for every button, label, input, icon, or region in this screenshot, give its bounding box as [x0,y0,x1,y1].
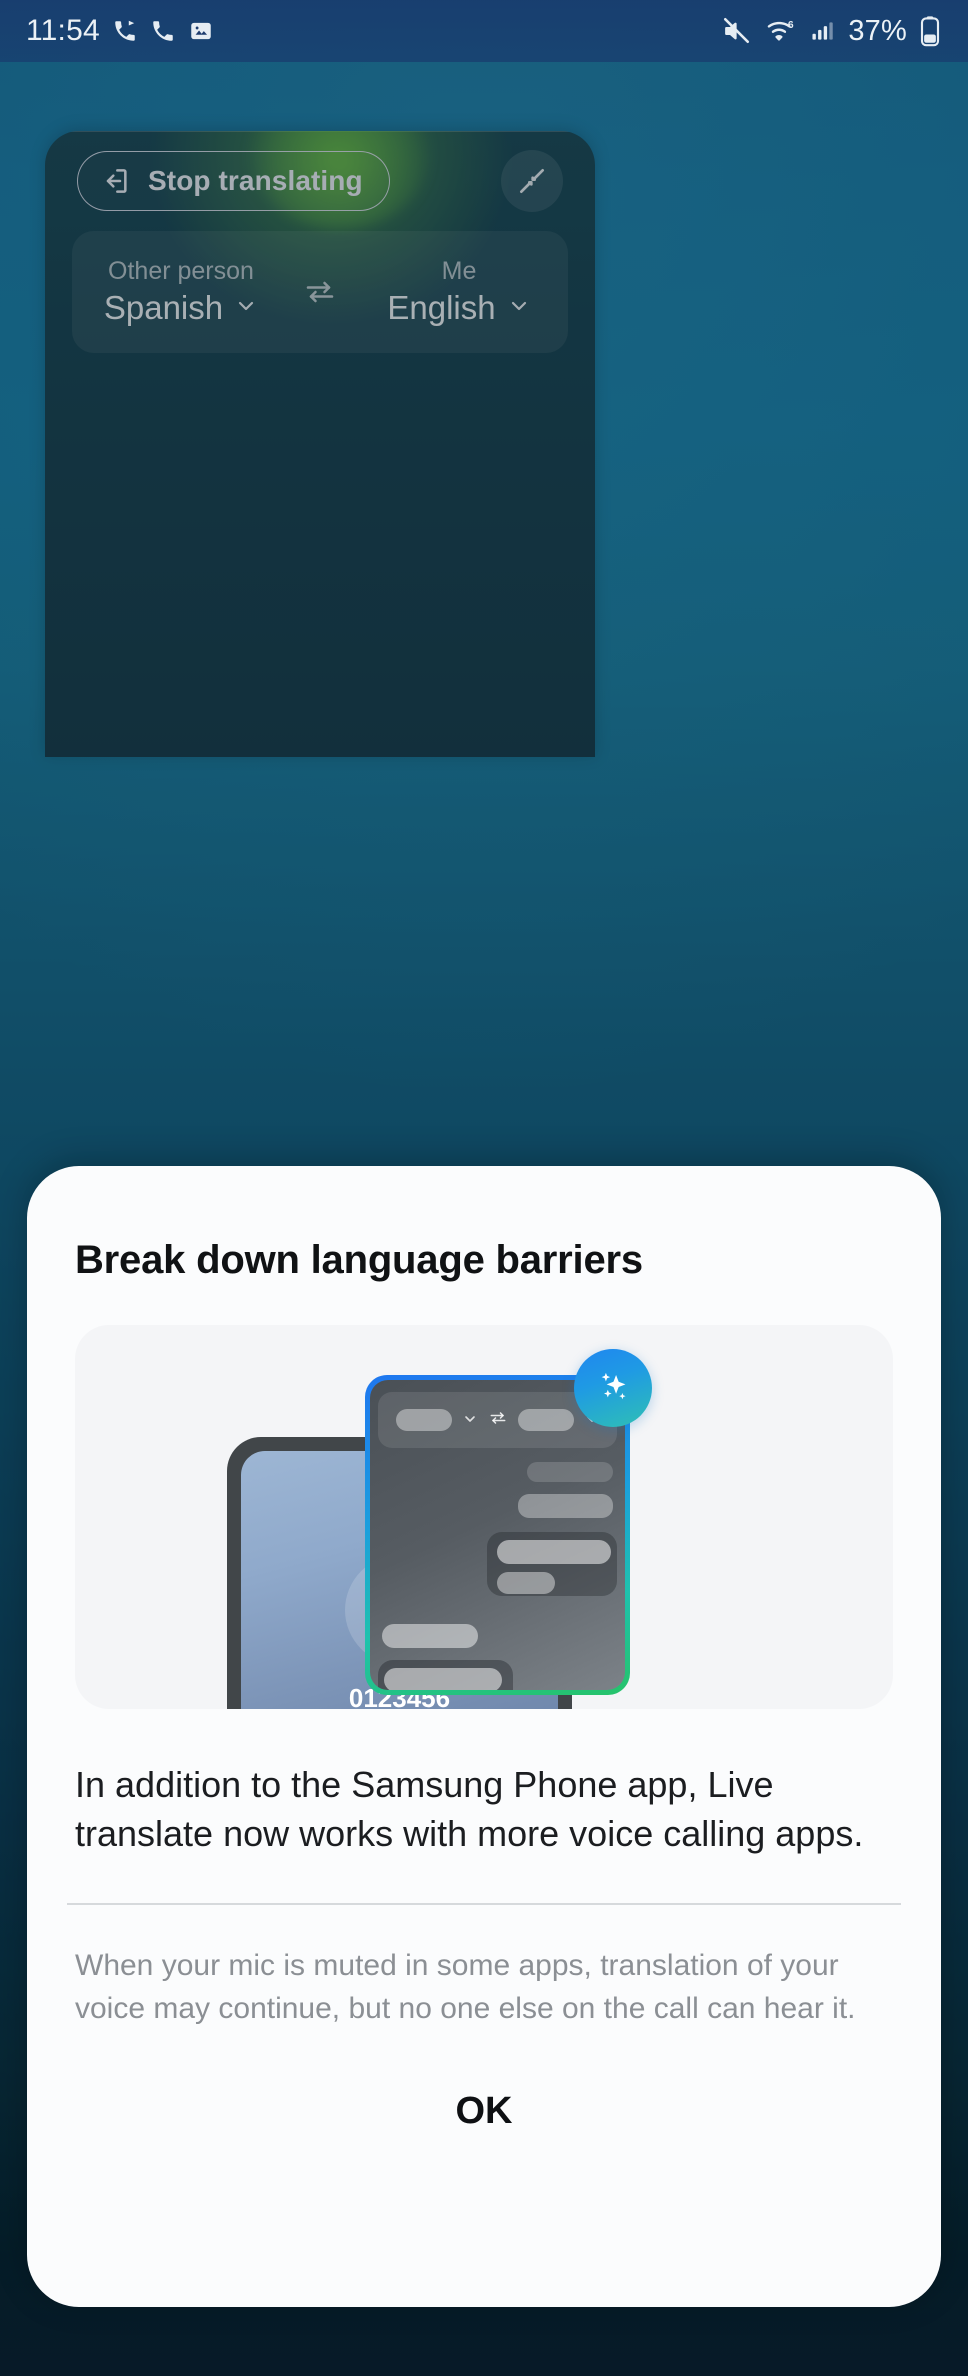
overlay-text-line [382,1624,478,1648]
overlay-text-line [527,1462,613,1482]
overlay-text-line [518,1494,613,1518]
sheet-body-text: In addition to the Samsung Phone app, Li… [75,1764,864,1854]
chevron-down-icon [462,1411,478,1430]
overlay-language-pill-left [395,1409,452,1431]
info-bottom-sheet: Break down language barriers 0123456 In … [27,1166,941,2307]
phone-call-icon [150,18,176,44]
status-bar-clock: 11:54 [26,14,100,47]
call-forwarding-icon [112,18,138,44]
status-bar: 11:54 6 37% [0,0,968,62]
overlay-text-line [497,1572,555,1594]
wifi-6-icon: 6 [764,16,796,46]
overlay-text-line [497,1540,611,1564]
signal-bars-icon [809,18,835,44]
overlay-text-line [384,1668,502,1690]
feature-illustration: 0123456 [75,1325,893,1709]
translate-overlay-inner [370,1380,625,1690]
sheet-divider [67,1902,901,1905]
mute-icon [721,16,751,46]
svg-text:6: 6 [788,20,794,31]
sheet-note-text: When your mic is muted in some apps, tra… [75,1948,856,2025]
sheet-title: Break down language barriers [75,1238,643,1282]
battery-icon [920,15,940,47]
overlay-language-pill-right [517,1409,574,1431]
status-bar-right: 6 37% [721,15,940,48]
ai-sparkle-icon [574,1349,652,1427]
image-icon [188,18,214,44]
translate-overlay-card [365,1349,652,1695]
status-bar-left: 11:54 [26,14,214,48]
ok-button[interactable]: OK [412,2078,557,2145]
battery-percent-label: 37% [848,14,907,47]
swap-arrows-icon [488,1408,508,1433]
